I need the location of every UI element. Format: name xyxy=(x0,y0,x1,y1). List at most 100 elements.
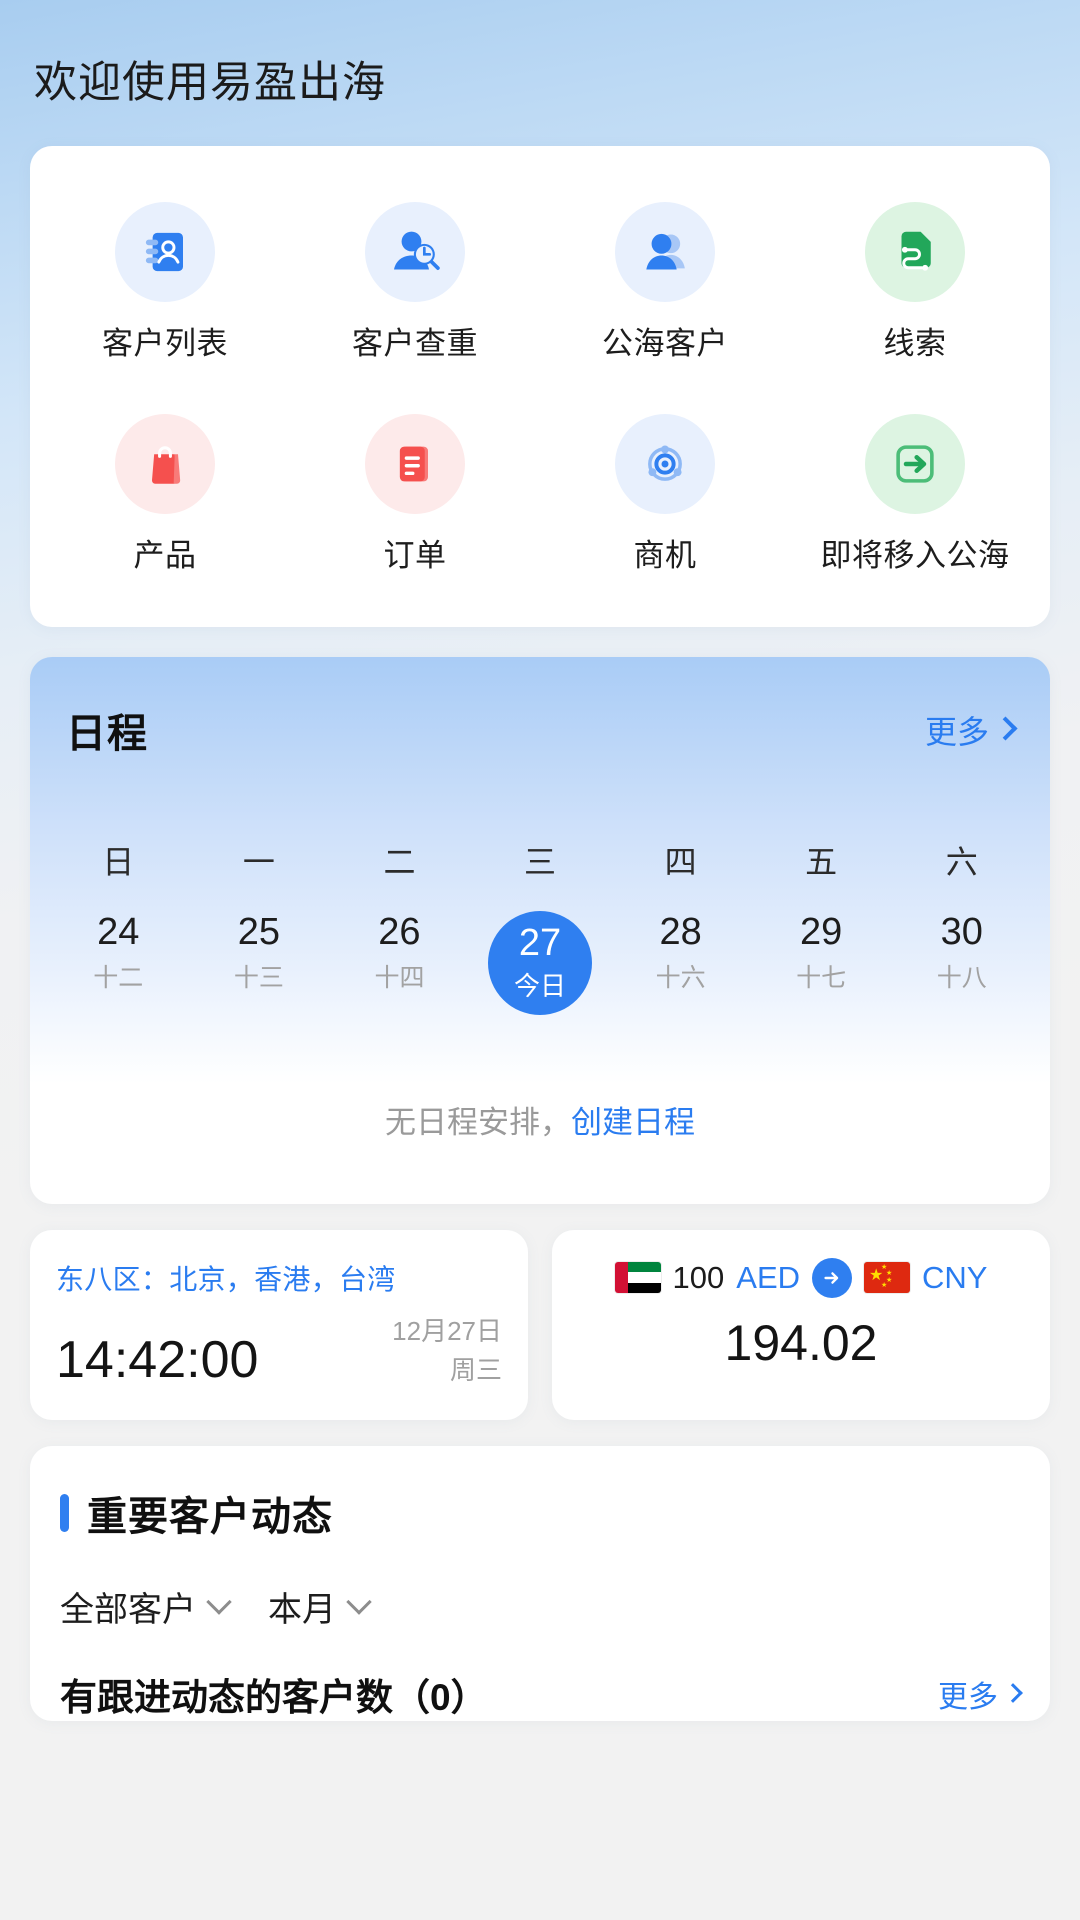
home-screen: 欢迎使用易盈出海 客户列表 客户查重 公海客户 线索 产品 订单 商机 即将移入… xyxy=(0,0,1080,1920)
calendar-day[interactable]: 30 十八 xyxy=(891,911,1032,1015)
weekday-label: 六 xyxy=(945,843,978,880)
calendar-weekday-row: 日 一 二 三 四 五 六 xyxy=(30,837,1050,883)
people-group-icon xyxy=(615,202,715,302)
day-lunar: 十八 xyxy=(936,964,987,993)
schedule-empty-state: 无日程安排，创建日程 xyxy=(30,1015,1050,1204)
schedule-card: 日程 更多 日 一 二 三 四 五 六 24 十二 25 十三 26 十四 27… xyxy=(30,656,1050,1204)
quicknav-item-duplicate-check[interactable]: 客户查重 xyxy=(290,188,540,374)
page-title: 欢迎使用易盈出海 xyxy=(34,59,386,107)
quicknav-label: 线索 xyxy=(883,326,947,361)
quicknav-label: 公海客户 xyxy=(602,326,728,361)
quicknav-item-orders[interactable]: 订单 xyxy=(290,374,540,586)
section-title: 重要客户动态 xyxy=(87,1494,333,1539)
schedule-empty-text: 无日程安排， xyxy=(385,1104,571,1140)
quicknav-item-leads[interactable]: 线索 xyxy=(790,188,1040,374)
weekday-label: 四 xyxy=(664,843,697,880)
currency-from-amount: 100 xyxy=(672,1259,725,1295)
calendar-day[interactable]: 24 十二 xyxy=(48,911,189,1015)
filter-time-range[interactable]: 本月 xyxy=(268,1582,372,1631)
day-lunar: 十七 xyxy=(796,964,847,993)
timezone-label: 东八区：北京，香港，台湾 xyxy=(56,1263,396,1295)
quicknav-item-move-to-pool[interactable]: 即将移入公海 xyxy=(790,374,1040,586)
chevron-down-icon xyxy=(206,1588,232,1615)
quicknav-label: 订单 xyxy=(383,538,447,574)
day-lunar: 十二 xyxy=(93,964,144,993)
quicknav-label: 商机 xyxy=(633,538,697,574)
quicknav-item-customer-list[interactable]: 客户列表 xyxy=(40,188,290,374)
create-schedule-link[interactable]: 创建日程 xyxy=(571,1105,695,1140)
schedule-more-button[interactable]: 更多 xyxy=(924,707,1018,753)
schedule-header: 日程 更多 xyxy=(30,657,1050,759)
section-header: 重要客户动态 xyxy=(60,1484,1020,1542)
timezone-date-block: 12月27日 周三 xyxy=(392,1312,502,1390)
timezone-clock: 14:42:00 xyxy=(56,1330,259,1389)
weekday-label: 日 xyxy=(102,843,135,880)
calendar-day[interactable]: 28 十六 xyxy=(610,911,751,1015)
currency-card[interactable]: 100 AED ★ ★ ★ ★ ★ CNY 194.02 xyxy=(552,1229,1050,1420)
day-number: 25 xyxy=(237,910,280,953)
schedule-title: 日程 xyxy=(66,711,148,756)
day-number: 30 xyxy=(940,910,983,953)
stat-more-label: 更多 xyxy=(938,1680,998,1714)
quicknav-item-public-pool[interactable]: 公海客户 xyxy=(540,188,790,374)
stat-row: 有跟进动态的客户数（0） 更多 xyxy=(60,1667,1023,1721)
weekday-label: 二 xyxy=(383,843,416,880)
quicknav-label: 即将移入公海 xyxy=(820,538,1010,574)
day-number: 24 xyxy=(97,910,140,953)
quicknav-item-products[interactable]: 产品 xyxy=(40,374,290,586)
calendar-day[interactable]: 26 十四 xyxy=(329,911,470,1015)
filter-customer-scope[interactable]: 全部客户 xyxy=(60,1582,232,1631)
quicknav-label: 客户查重 xyxy=(352,326,478,361)
calendar-date-row: 24 十二 25 十三 26 十四 27 今日 28 十六 29 十七 30 十… xyxy=(30,910,1050,1015)
filter-label: 本月 xyxy=(268,1590,336,1629)
day-lunar: 今日 xyxy=(514,970,567,1001)
arrow-right-box-icon xyxy=(865,414,965,515)
customer-activity-card: 重要客户动态 全部客户 本月 有跟进动态的客户数（0） 更多 xyxy=(30,1445,1050,1721)
day-lunar: 十六 xyxy=(655,964,706,993)
calendar-day[interactable]: 29 十七 xyxy=(751,911,892,1015)
day-lunar: 十四 xyxy=(374,964,425,993)
currency-from-code: AED xyxy=(736,1259,801,1295)
chevron-right-icon xyxy=(1003,1682,1023,1703)
calendar-day[interactable]: 25 十三 xyxy=(189,911,330,1015)
weekday-label: 一 xyxy=(242,843,275,880)
day-number: 28 xyxy=(659,910,702,953)
page-header: 欢迎使用易盈出海 xyxy=(0,0,1080,110)
person-search-icon xyxy=(365,202,465,302)
order-document-icon xyxy=(365,414,465,515)
chevron-down-icon xyxy=(346,1588,372,1615)
timezone-body: 14:42:00 12月27日 周三 xyxy=(56,1312,502,1390)
currency-to-code: CNY xyxy=(922,1259,988,1295)
weekday-label: 五 xyxy=(805,843,838,880)
day-number: 27 xyxy=(518,922,562,965)
timezone-date: 12月27日 xyxy=(392,1315,502,1346)
accent-bar xyxy=(60,1493,69,1532)
timezone-card[interactable]: 东八区：北京，香港，台湾 14:42:00 12月27日 周三 xyxy=(30,1229,528,1420)
quicknav-label: 客户列表 xyxy=(102,326,228,361)
quick-nav-grid-row1: 客户列表 客户查重 公海客户 线索 xyxy=(40,188,1040,374)
schedule-more-label: 更多 xyxy=(924,713,989,750)
ae-flag-icon xyxy=(614,1262,661,1294)
stat-more-button[interactable]: 更多 xyxy=(938,1672,1023,1716)
calendar-day-today[interactable]: 27 今日 xyxy=(470,910,611,1015)
day-number: 29 xyxy=(800,910,843,953)
quick-nav-card: 客户列表 客户查重 公海客户 线索 产品 订单 商机 即将移入公海 xyxy=(30,146,1050,627)
shopping-bag-icon xyxy=(115,414,215,515)
swap-arrow-icon[interactable] xyxy=(812,1257,853,1298)
day-number: 26 xyxy=(378,910,421,953)
today-pill: 27 今日 xyxy=(488,910,593,1015)
quicknav-label: 产品 xyxy=(133,538,197,574)
chevron-right-icon xyxy=(993,716,1018,741)
stat-label: 有跟进动态的客户数（0） xyxy=(60,1676,488,1718)
cn-flag-icon: ★ ★ ★ ★ ★ xyxy=(864,1262,911,1294)
quicknav-item-opportunity[interactable]: 商机 xyxy=(540,374,790,586)
contact-book-icon xyxy=(115,202,215,302)
currency-rate-value: 194.02 xyxy=(724,1314,878,1371)
info-cards-row: 东八区：北京，香港，台湾 14:42:00 12月27日 周三 100 AED xyxy=(30,1229,1050,1420)
timezone-weekday: 周三 xyxy=(449,1354,502,1385)
quick-nav-grid-row2: 产品 订单 商机 即将移入公海 xyxy=(40,374,1040,586)
currency-pair-row: 100 AED ★ ★ ★ ★ ★ CNY xyxy=(578,1257,1024,1298)
opportunity-target-icon xyxy=(615,414,715,515)
weekday-label: 三 xyxy=(524,843,557,880)
filter-row: 全部客户 本月 xyxy=(60,1582,1020,1631)
